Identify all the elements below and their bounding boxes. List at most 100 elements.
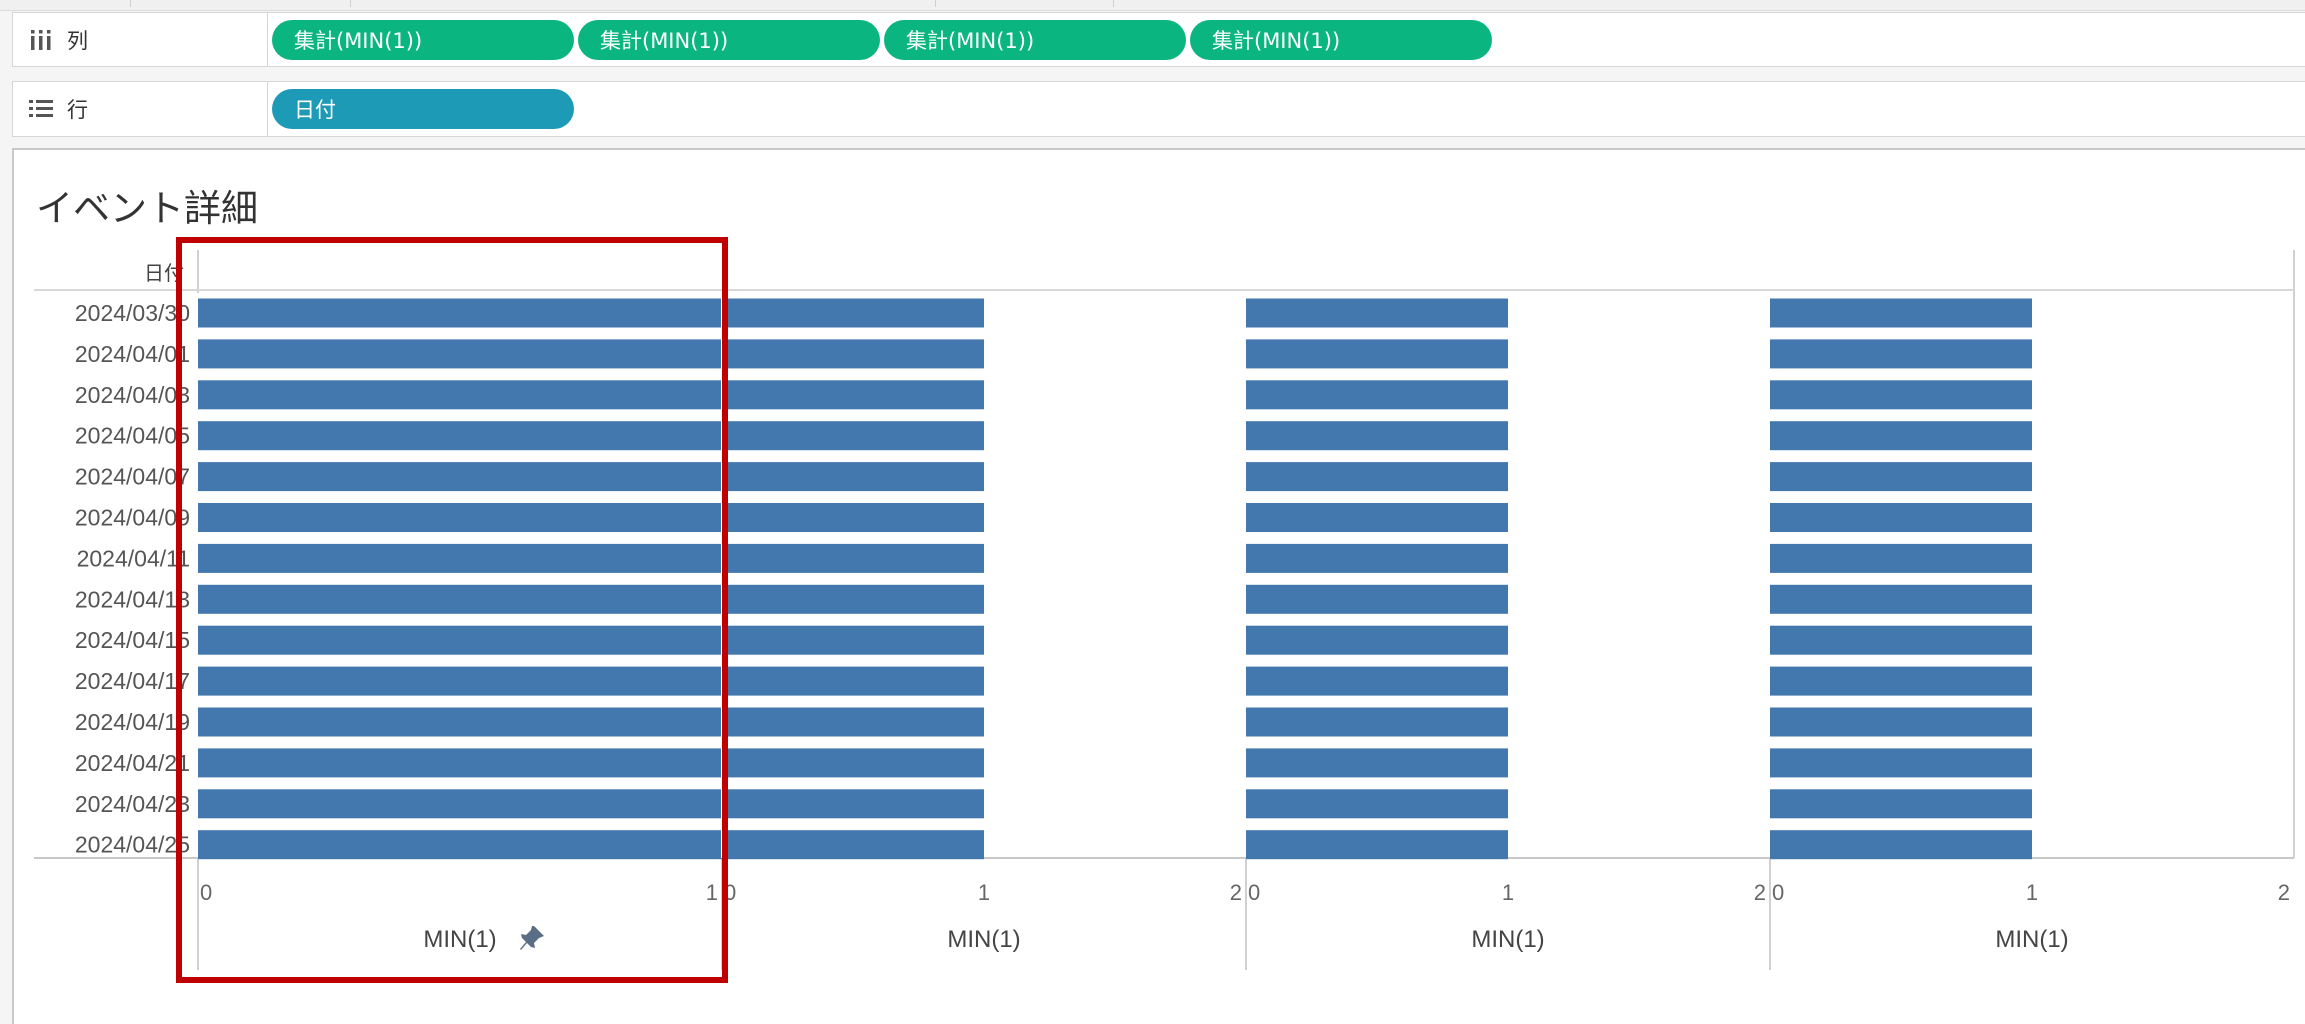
date-label: 2024/04/23 bbox=[75, 791, 190, 817]
data-bar[interactable] bbox=[722, 707, 984, 737]
date-label: 2024/04/19 bbox=[75, 709, 190, 735]
axis-tick-label: 0 bbox=[1248, 880, 1260, 905]
data-bar[interactable] bbox=[722, 830, 984, 860]
data-bar[interactable] bbox=[198, 298, 722, 328]
date-label: 2024/04/13 bbox=[75, 586, 190, 612]
data-bar[interactable] bbox=[1246, 339, 1508, 369]
date-label: 2024/04/07 bbox=[75, 464, 190, 490]
data-bar[interactable] bbox=[1246, 625, 1508, 655]
date-label: 2024/04/03 bbox=[75, 382, 190, 408]
data-bar[interactable] bbox=[1770, 380, 2032, 410]
top-toolbar-strip bbox=[0, 0, 2305, 11]
column-pill-1[interactable]: 集計(MIN(1)) bbox=[272, 20, 574, 60]
date-label: 2024/04/21 bbox=[75, 750, 190, 776]
pin-icon-shape bbox=[520, 926, 544, 950]
row-pill-date[interactable]: 日付 bbox=[272, 89, 574, 129]
data-bar[interactable] bbox=[1246, 707, 1508, 737]
data-bar[interactable] bbox=[1770, 666, 2032, 696]
columns-icon bbox=[27, 29, 55, 51]
date-label: 2024/04/17 bbox=[75, 668, 190, 694]
data-bar[interactable] bbox=[198, 380, 722, 410]
columns-shelf-title: 列 bbox=[67, 28, 88, 53]
data-bar[interactable] bbox=[1770, 298, 2032, 328]
axis-tick-label: 2 bbox=[2278, 880, 2290, 905]
rows-list-icon bbox=[27, 98, 55, 120]
data-bar[interactable] bbox=[198, 789, 722, 819]
data-bar[interactable] bbox=[198, 339, 722, 369]
data-bar[interactable] bbox=[198, 830, 722, 860]
column-pill-3[interactable]: 集計(MIN(1)) bbox=[884, 20, 1186, 60]
date-label: 2024/04/01 bbox=[75, 341, 190, 367]
data-bar[interactable] bbox=[722, 666, 984, 696]
bar-chart: 日付2024/03/302024/04/012024/04/032024/04/… bbox=[34, 237, 2295, 983]
data-bar[interactable] bbox=[722, 462, 984, 492]
data-bar[interactable] bbox=[1770, 584, 2032, 614]
rows-shelf-title: 行 bbox=[67, 98, 88, 122]
date-label: 2024/04/25 bbox=[75, 832, 190, 858]
data-bar[interactable] bbox=[198, 584, 722, 614]
column-pill-2[interactable]: 集計(MIN(1)) bbox=[578, 20, 880, 60]
data-bar[interactable] bbox=[1770, 421, 2032, 451]
data-bar[interactable] bbox=[198, 462, 722, 492]
axis-tick-label: 0 bbox=[200, 880, 212, 905]
date-label: 2024/04/05 bbox=[75, 423, 190, 449]
columns-shelf-label: 列 bbox=[13, 13, 268, 66]
data-bar[interactable] bbox=[1770, 339, 2032, 369]
axis-title[interactable]: MIN(1) bbox=[1471, 926, 1544, 953]
pin-icon[interactable] bbox=[520, 926, 544, 950]
data-bar[interactable] bbox=[198, 543, 722, 573]
data-bar[interactable] bbox=[1770, 789, 2032, 819]
data-bar[interactable] bbox=[198, 503, 722, 532]
axis-title[interactable]: MIN(1) bbox=[947, 926, 1020, 953]
data-bar[interactable] bbox=[1246, 543, 1508, 573]
date-label: 2024/03/30 bbox=[75, 300, 190, 326]
data-bar[interactable] bbox=[1246, 584, 1508, 614]
data-bar[interactable] bbox=[1246, 462, 1508, 492]
axis-tick-label: 1 bbox=[978, 880, 990, 905]
data-bar[interactable] bbox=[1246, 789, 1508, 819]
column-pill-4[interactable]: 集計(MIN(1)) bbox=[1190, 20, 1492, 60]
data-bar[interactable] bbox=[1770, 503, 2032, 532]
data-bar[interactable] bbox=[722, 584, 984, 614]
data-bar[interactable] bbox=[1770, 707, 2032, 737]
data-bar[interactable] bbox=[1246, 503, 1508, 532]
data-bar[interactable] bbox=[722, 503, 984, 532]
data-bar[interactable] bbox=[1246, 666, 1508, 696]
data-bar[interactable] bbox=[1246, 298, 1508, 328]
toolbar-divider bbox=[350, 0, 351, 7]
data-bar[interactable] bbox=[722, 421, 984, 451]
data-bar[interactable] bbox=[722, 789, 984, 819]
data-bar[interactable] bbox=[1246, 380, 1508, 410]
toolbar-divider bbox=[935, 0, 936, 7]
data-bar[interactable] bbox=[1246, 748, 1508, 778]
data-bar[interactable] bbox=[198, 748, 722, 778]
axis-tick-label: 1 bbox=[2026, 880, 2038, 905]
axis-tick-label: 0 bbox=[1772, 880, 1784, 905]
data-bar[interactable] bbox=[1770, 543, 2032, 573]
axis-title[interactable]: MIN(1) bbox=[1995, 926, 2068, 953]
data-bar[interactable] bbox=[722, 625, 984, 655]
data-bar[interactable] bbox=[1770, 830, 2032, 860]
data-bar[interactable] bbox=[1246, 830, 1508, 860]
data-bar[interactable] bbox=[198, 421, 722, 451]
data-bar[interactable] bbox=[1770, 462, 2032, 492]
data-bar[interactable] bbox=[198, 707, 722, 737]
rows-shelf-label: 行 bbox=[13, 82, 268, 136]
columns-shelf[interactable]: 列 集計(MIN(1)) 集計(MIN(1)) 集計(MIN(1)) 集計(MI… bbox=[12, 12, 2305, 67]
data-bar[interactable] bbox=[722, 748, 984, 778]
axis-title[interactable]: MIN(1) bbox=[423, 926, 496, 953]
data-bar[interactable] bbox=[1246, 421, 1508, 451]
axis-tick-label: 1 bbox=[706, 880, 718, 905]
data-bar[interactable] bbox=[722, 339, 984, 369]
data-bar[interactable] bbox=[198, 666, 722, 696]
date-label: 2024/04/15 bbox=[75, 627, 190, 653]
axis-tick-label: 2 bbox=[1230, 880, 1242, 905]
data-bar[interactable] bbox=[722, 380, 984, 410]
data-bar[interactable] bbox=[198, 625, 722, 655]
data-bar[interactable] bbox=[722, 298, 984, 328]
data-bar[interactable] bbox=[1770, 748, 2032, 778]
rows-shelf[interactable]: 行 日付 bbox=[12, 81, 2305, 137]
data-bar[interactable] bbox=[722, 543, 984, 573]
data-bar[interactable] bbox=[1770, 625, 2032, 655]
worksheet-view: イベント詳細 日付 2024/03/30 2024/04/01 2024/04/03 2… bbox=[12, 148, 2305, 1024]
